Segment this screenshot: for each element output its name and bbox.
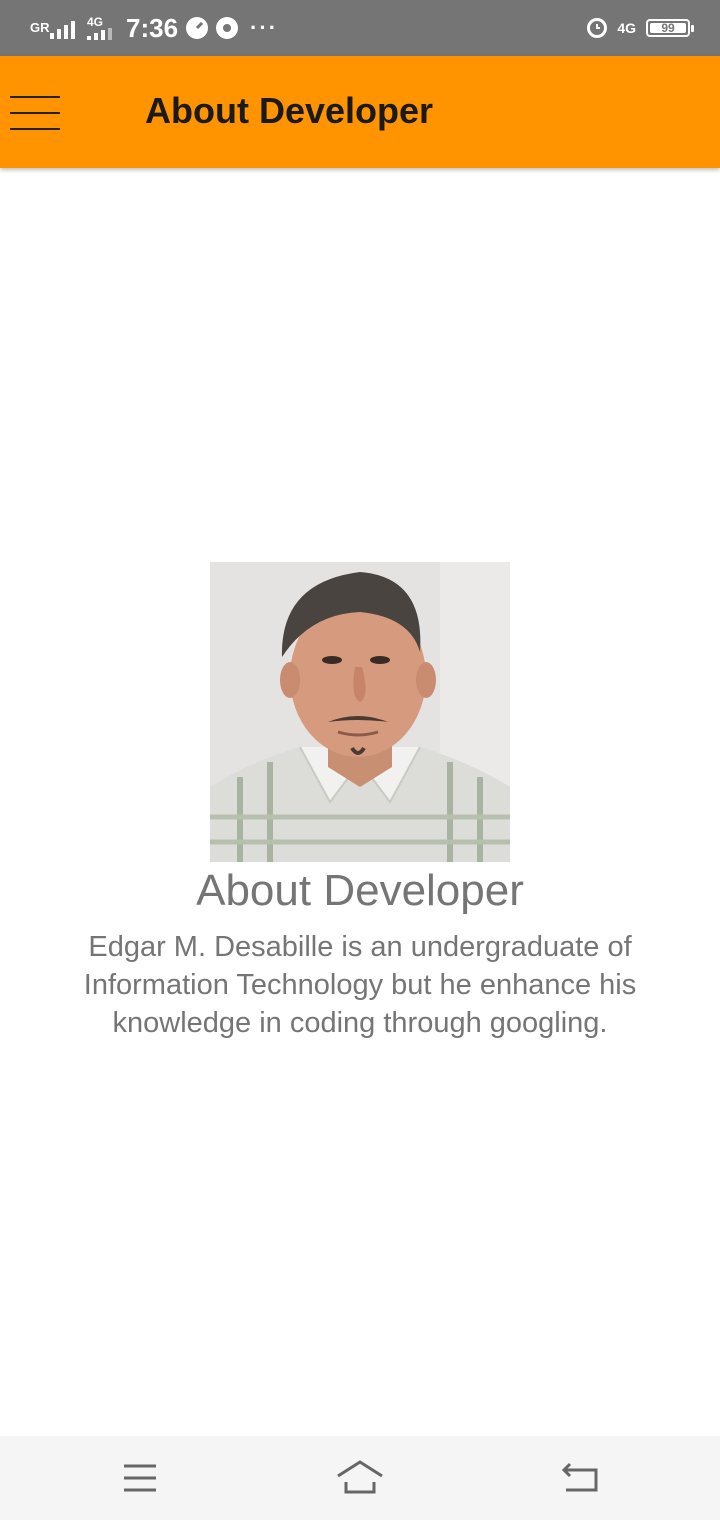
app-bar: About Developer xyxy=(0,56,720,168)
signal-4g-icon: 4G xyxy=(87,16,112,40)
home-icon[interactable] xyxy=(330,1456,390,1500)
status-right: 4G 99 xyxy=(587,10,694,46)
network-4g-label: 4G xyxy=(617,20,636,36)
signal-label: GR xyxy=(30,20,50,35)
speedometer-icon xyxy=(186,17,209,39)
signal-icon xyxy=(50,17,75,39)
about-heading: About Developer xyxy=(196,866,524,915)
status-bar: GR 4G 7:36 ··· 4G 99 xyxy=(0,0,720,56)
battery-level: 99 xyxy=(650,22,686,34)
back-icon[interactable] xyxy=(550,1456,610,1500)
more-notifications-icon: ··· xyxy=(250,15,279,40)
about-description: Edgar M. Desabille is an undergraduate o… xyxy=(83,931,637,1039)
battery-icon: 99 xyxy=(646,19,694,37)
alarm-icon xyxy=(587,18,608,38)
system-navigation-bar xyxy=(0,1436,720,1520)
clock: 7:36 xyxy=(126,12,179,43)
developer-photo xyxy=(210,562,510,862)
hamburger-menu-icon[interactable] xyxy=(10,96,60,130)
page-title: About Developer xyxy=(145,90,434,131)
chrome-icon xyxy=(216,17,239,39)
status-left: GR 4G 7:36 ··· xyxy=(30,8,278,48)
network-label: 4G xyxy=(87,15,104,29)
menu-icon[interactable] xyxy=(110,1456,170,1500)
